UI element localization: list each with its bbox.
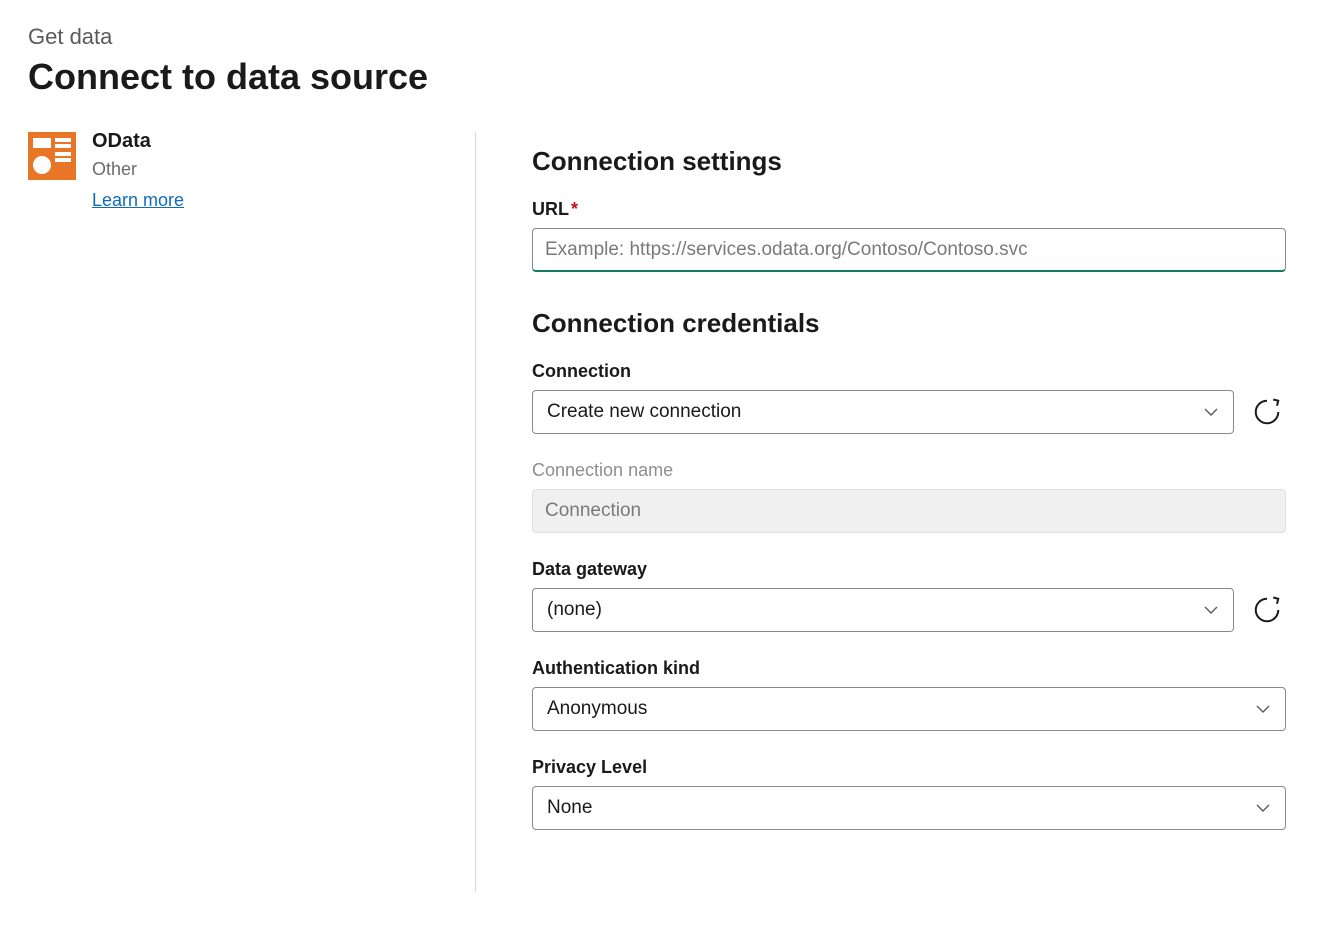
data-gateway-refresh-button[interactable] <box>1248 591 1286 629</box>
connector-name: OData <box>92 130 184 153</box>
connection-label: Connection <box>532 361 1286 382</box>
auth-kind-select[interactable]: Anonymous <box>532 687 1286 731</box>
chevron-down-icon <box>1203 404 1219 420</box>
required-indicator: * <box>571 199 578 219</box>
connection-name-input <box>532 489 1286 533</box>
data-gateway-select[interactable]: (none) <box>532 588 1234 632</box>
connection-select-value: Create new connection <box>547 401 741 423</box>
page-title: Connect to data source <box>28 56 1308 98</box>
form-panel: Connection settings URL* Connection cred… <box>476 132 1308 892</box>
connection-settings-heading: Connection settings <box>532 146 1286 177</box>
breadcrumb: Get data <box>28 24 1308 50</box>
odata-connector-icon <box>28 132 76 180</box>
connector-panel: OData Other Learn more <box>28 132 476 892</box>
refresh-icon <box>1252 595 1282 625</box>
url-input[interactable] <box>532 228 1286 272</box>
data-gateway-select-value: (none) <box>547 599 602 621</box>
privacy-level-select[interactable]: None <box>532 786 1286 830</box>
connection-refresh-button[interactable] <box>1248 393 1286 431</box>
auth-kind-label: Authentication kind <box>532 658 1286 679</box>
data-gateway-label: Data gateway <box>532 559 1286 580</box>
privacy-level-select-value: None <box>547 797 592 819</box>
refresh-icon <box>1252 397 1282 427</box>
privacy-level-label: Privacy Level <box>532 757 1286 778</box>
url-label: URL* <box>532 199 1286 220</box>
learn-more-link[interactable]: Learn more <box>92 190 184 211</box>
connection-name-label: Connection name <box>532 460 1286 481</box>
connection-credentials-heading: Connection credentials <box>532 308 1286 339</box>
chevron-down-icon <box>1203 602 1219 618</box>
chevron-down-icon <box>1255 800 1271 816</box>
connector-category: Other <box>92 159 184 180</box>
url-label-text: URL <box>532 199 569 219</box>
connection-select[interactable]: Create new connection <box>532 390 1234 434</box>
auth-kind-select-value: Anonymous <box>547 698 647 720</box>
chevron-down-icon <box>1255 701 1271 717</box>
